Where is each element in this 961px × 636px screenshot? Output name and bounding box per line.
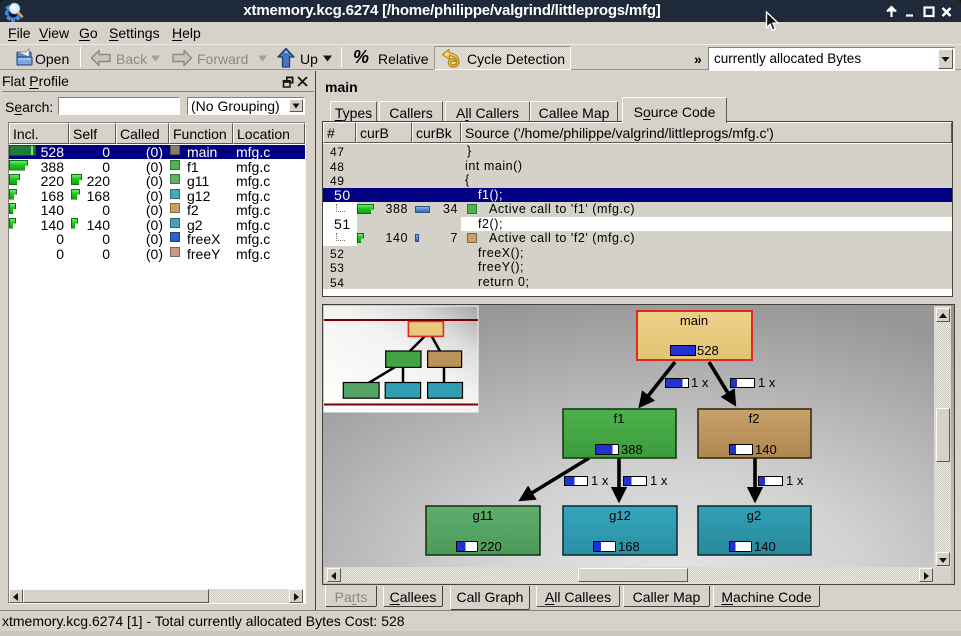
- svg-text:140: 140: [755, 442, 777, 457]
- svg-text:g12: g12: [609, 508, 631, 523]
- svg-text:g11: g11: [473, 508, 494, 523]
- svg-text:f1: f1: [614, 411, 625, 426]
- svg-text:1 x: 1 x: [786, 473, 804, 488]
- svg-text:1 x: 1 x: [691, 375, 709, 390]
- svg-text:1 x: 1 x: [650, 473, 668, 488]
- svg-text:140: 140: [754, 539, 776, 554]
- svg-text:1 x: 1 x: [758, 375, 776, 390]
- svg-text:main: main: [680, 313, 708, 328]
- svg-text:388: 388: [621, 442, 643, 457]
- svg-text:528: 528: [697, 343, 719, 358]
- svg-text:f2: f2: [749, 411, 760, 426]
- svg-text:220: 220: [480, 539, 502, 554]
- svg-text:168: 168: [618, 539, 640, 554]
- svg-text:g2: g2: [747, 508, 761, 523]
- svg-text:1 x: 1 x: [591, 473, 609, 488]
